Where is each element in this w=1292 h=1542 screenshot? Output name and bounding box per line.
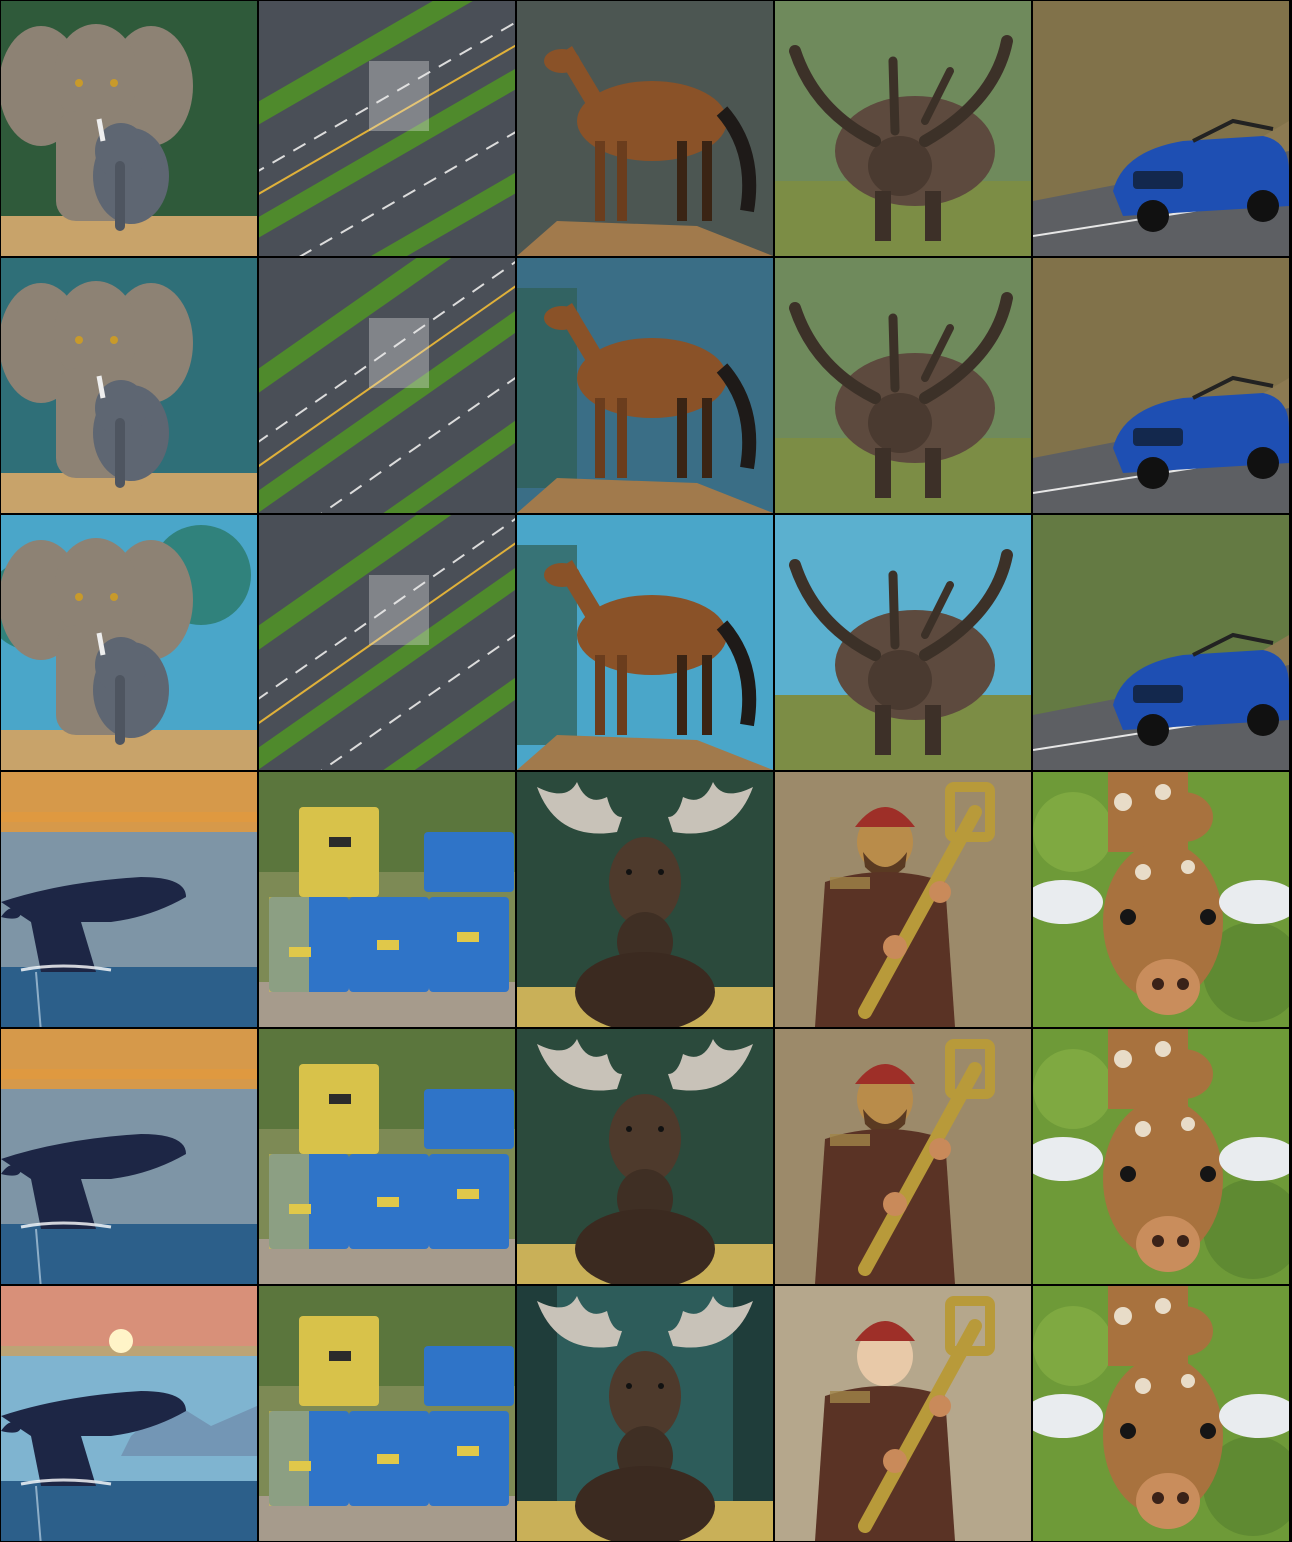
crates-image [259,772,515,1027]
horse-image [517,258,773,513]
car-image [1033,258,1289,513]
moose-image [517,1029,773,1284]
tile-horse-enhanced [517,258,773,513]
tile-man-with-tool-anime [775,1286,1031,1541]
car-image [1033,1,1289,256]
giraffe-image [1033,1286,1289,1541]
tile-car-realistic [1033,1,1289,256]
tile-whale-enhanced [1,1029,257,1284]
tile-horned-beast-enhanced [775,258,1031,513]
tile-man-with-tool-realistic [775,772,1031,1027]
tile-elephant-enhanced [1,258,257,513]
tile-crates-anime [259,1286,515,1541]
giraffe-image [1033,772,1289,1027]
tile-crates-enhanced [259,1029,515,1284]
tile-crates-realistic [259,772,515,1027]
moose-image [517,1286,773,1541]
tile-horned-beast-realistic [775,1,1031,256]
tile-elephant-anime [1,515,257,770]
tile-whale-realistic [1,772,257,1027]
tile-horse-anime [517,515,773,770]
horned-beast-image [775,258,1031,513]
tile-moose-anime [517,1286,773,1541]
horse-image [517,515,773,770]
tile-car-anime [1033,515,1289,770]
tile-road-realistic [259,1,515,256]
tile-car-enhanced [1033,258,1289,513]
tile-giraffe-realistic [1033,772,1289,1027]
tile-moose-enhanced [517,1029,773,1284]
tile-road-enhanced [259,258,515,513]
horse-image [517,1,773,256]
crates-image [259,1286,515,1541]
horned-beast-image [775,515,1031,770]
man-with-tool-image [775,1029,1031,1284]
tile-giraffe-anime [1033,1286,1289,1541]
elephant-image [1,515,257,770]
tile-giraffe-enhanced [1033,1029,1289,1284]
elephant-image [1,258,257,513]
tile-horned-beast-anime [775,515,1031,770]
tile-moose-realistic [517,772,773,1027]
tile-elephant-realistic [1,1,257,256]
horned-beast-image [775,1,1031,256]
image-grid [0,0,1292,1542]
tile-whale-anime [1,1286,257,1541]
man-with-tool-image [775,772,1031,1027]
road-image [259,258,515,513]
whale-image [1,1029,257,1284]
crates-image [259,1029,515,1284]
elephant-image [1,1,257,256]
whale-image [1,772,257,1027]
whale-image [1,1286,257,1541]
moose-image [517,772,773,1027]
car-image [1033,515,1289,770]
tile-horse-realistic [517,1,773,256]
road-image [259,515,515,770]
tile-road-anime [259,515,515,770]
tile-man-with-tool-enhanced [775,1029,1031,1284]
man-with-tool-image [775,1286,1031,1541]
giraffe-image [1033,1029,1289,1284]
road-image [259,1,515,256]
